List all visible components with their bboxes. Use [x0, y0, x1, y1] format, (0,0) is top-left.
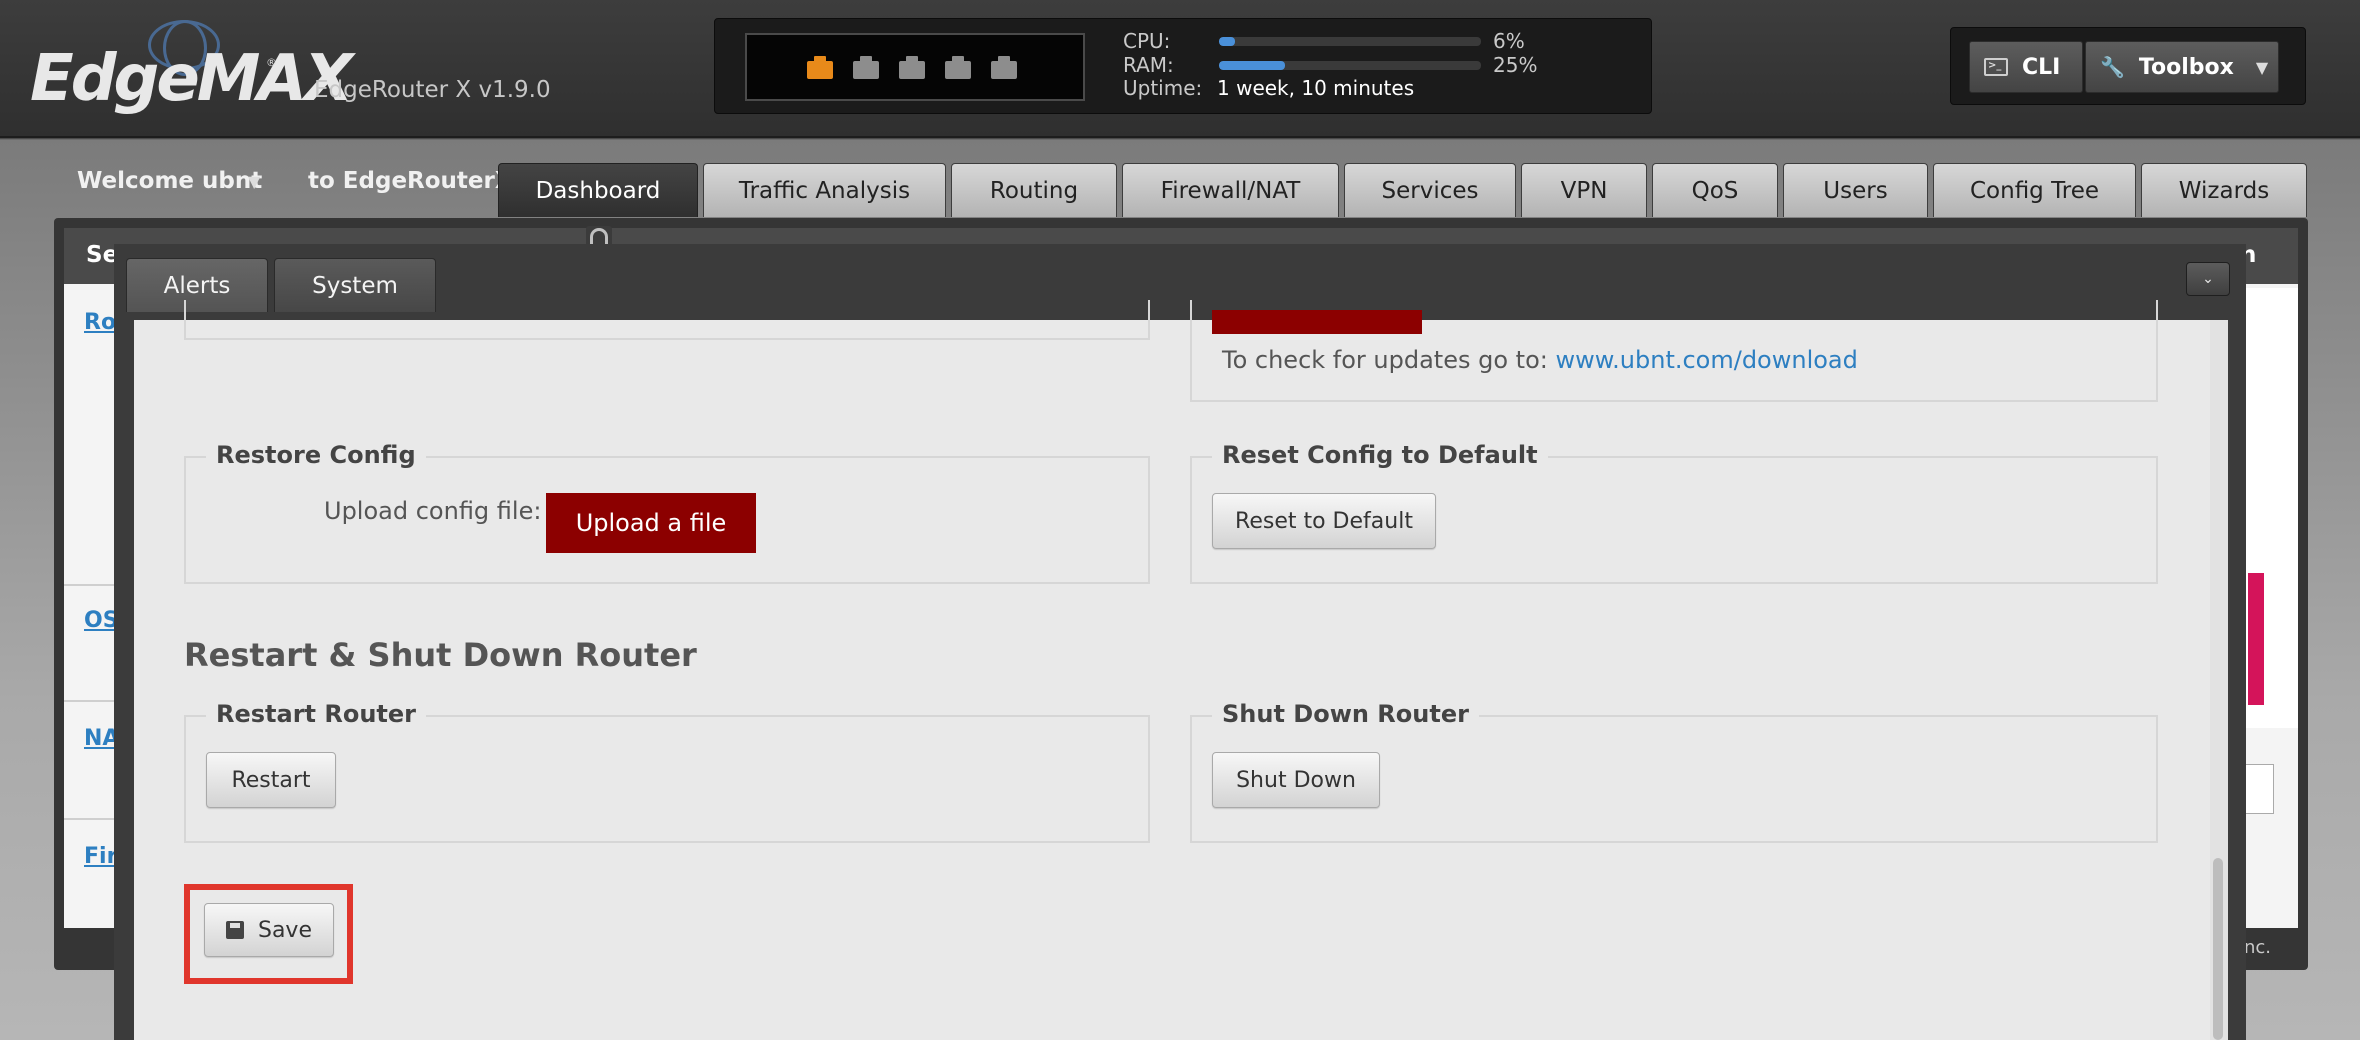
lock-icon — [590, 228, 608, 244]
ram-label: RAM: — [1123, 53, 1174, 77]
ram-value: 25% — [1493, 53, 1538, 77]
router-name: to EdgeRouterX — [308, 168, 513, 194]
chevron-down-icon[interactable]: ▼ — [248, 172, 260, 191]
shut-down-button[interactable]: Shut Down — [1212, 752, 1380, 808]
updates-link[interactable]: www.ubnt.com/download — [1555, 346, 1857, 374]
collapse-drawer-button[interactable]: ⌄ — [2186, 262, 2230, 296]
port-icon[interactable] — [899, 56, 925, 79]
ram-bar-fill — [1219, 61, 1285, 70]
cli-label: CLI — [2022, 54, 2061, 80]
port-icon[interactable] — [991, 56, 1017, 79]
port-status — [745, 33, 1085, 101]
save-button[interactable]: Save — [204, 903, 334, 957]
status-panel: CPU: 6% RAM: 25% Uptime: 1 week, 10 minu… — [714, 18, 1652, 114]
reset-config-legend: Reset Config to Default — [1212, 441, 1548, 469]
copyright-fragment: nc. — [2244, 937, 2272, 958]
port-icon[interactable] — [807, 56, 833, 79]
updates-text: To check for updates go to: www.ubnt.com… — [1222, 346, 1858, 374]
restart-router-legend: Restart Router — [206, 700, 427, 728]
save-label: Save — [257, 917, 312, 943]
restart-button[interactable]: Restart — [206, 752, 336, 808]
cpu-bar-fill — [1219, 37, 1235, 46]
tab-wizards[interactable]: Wizards — [2141, 163, 2307, 217]
restore-config-legend: Restore Config — [206, 441, 426, 469]
registered-mark: ® — [266, 56, 277, 69]
tab-users[interactable]: Users — [1783, 163, 1928, 217]
router-version: EdgeRouter X v1.9.0 — [314, 77, 551, 103]
tab-firewall-nat[interactable]: Firewall/NAT — [1122, 163, 1339, 217]
wrench-icon: 🔧 — [2100, 55, 2125, 79]
port-icon[interactable] — [853, 56, 879, 79]
bg-graph-bar — [2248, 573, 2264, 705]
cli-button[interactable]: >_ CLI — [1969, 41, 2083, 93]
cpu-label: CPU: — [1123, 29, 1171, 53]
tools-panel: >_ CLI 🔧 Toolbox ▼ — [1950, 27, 2306, 105]
toolbox-label: Toolbox — [2138, 54, 2234, 80]
tab-routing[interactable]: Routing — [951, 163, 1117, 217]
tab-qos[interactable]: QoS — [1652, 163, 1778, 217]
shutdown-router-legend: Shut Down Router — [1212, 700, 1479, 728]
chevron-down-icon: ▼ — [2255, 57, 2269, 77]
updates-label: To check for updates go to: — [1222, 346, 1556, 374]
chevron-down-icon: ⌄ — [2202, 271, 2214, 287]
ram-bar — [1219, 61, 1481, 70]
top-header: EdgeMAX ® EdgeRouter X v1.9.0 CPU: 6% RA… — [0, 0, 2360, 138]
tab-traffic-analysis[interactable]: Traffic Analysis — [703, 163, 946, 217]
upload-file-button[interactable]: Upload a file — [546, 493, 756, 553]
cpu-bar — [1219, 37, 1481, 46]
system-settings-content — [134, 320, 2228, 1040]
welcome-user-menu[interactable]: Welcome ubnt — [77, 168, 262, 194]
logo-text: EdgeMAX — [30, 42, 353, 116]
bg-input[interactable] — [2244, 764, 2274, 814]
tab-services[interactable]: Services — [1344, 163, 1516, 217]
fieldset-partial — [184, 300, 1150, 340]
bg-link[interactable]: Ro — [84, 310, 116, 335]
uptime-label: Uptime: — [1123, 76, 1203, 100]
terminal-icon: >_ — [1984, 58, 2008, 76]
edgemax-logo: EdgeMAX ® — [30, 18, 353, 118]
upload-config-label: Upload config file: — [324, 497, 542, 525]
section-heading: Restart & Shut Down Router — [184, 636, 697, 674]
toolbox-button[interactable]: 🔧 Toolbox ▼ — [2085, 41, 2279, 93]
uptime-value: 1 week, 10 minutes — [1217, 76, 1415, 100]
port-icon[interactable] — [945, 56, 971, 79]
upload-firmware-button[interactable] — [1212, 310, 1422, 334]
reset-to-default-button[interactable]: Reset to Default — [1212, 493, 1436, 549]
scrollbar-thumb[interactable] — [2213, 858, 2223, 1040]
tab-vpn[interactable]: VPN — [1521, 163, 1647, 217]
tab-dashboard[interactable]: Dashboard — [498, 163, 698, 217]
cpu-value: 6% — [1493, 29, 1525, 53]
floppy-disk-icon — [225, 921, 244, 939]
bg-link[interactable]: Fir — [84, 844, 117, 869]
tab-config-tree[interactable]: Config Tree — [1933, 163, 2136, 217]
